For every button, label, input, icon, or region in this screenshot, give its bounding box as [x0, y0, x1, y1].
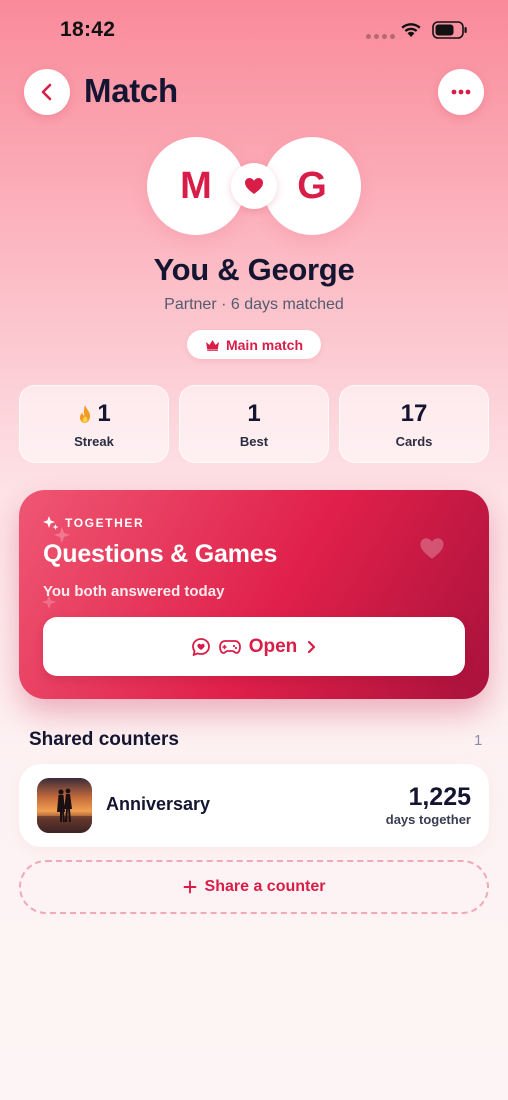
open-button-label: Open [248, 635, 298, 657]
together-kicker: TOGETHER [43, 515, 144, 531]
page-title: Match [84, 72, 178, 109]
together-subtitle: You both answered today [43, 583, 225, 600]
stat-card-best: 1 Best [179, 385, 329, 463]
counter-thumbnail [37, 778, 92, 833]
heart-badge [231, 163, 277, 209]
match-subtitle: Partner · 6 days matched [164, 296, 344, 313]
crown-icon [205, 339, 219, 351]
status-bar: 18:42 [0, 0, 508, 60]
stat-best-label: Best [239, 433, 269, 449]
main-match-label: Main match [225, 336, 303, 353]
heart-icon [245, 178, 263, 194]
gamepad-icon [218, 639, 241, 654]
chevron-right-icon [308, 640, 316, 653]
stat-card-streak: 1 Streak [19, 385, 169, 463]
plus-icon [183, 880, 196, 894]
stat-streak-value: 1 [97, 399, 111, 427]
shared-counters-count: 1 [474, 732, 483, 749]
open-button[interactable]: Open [43, 617, 465, 676]
shared-counters-title: Shared counters [29, 729, 179, 750]
stat-streak-label: Streak [74, 433, 114, 449]
chat-heart-icon [191, 637, 210, 656]
sparkle-icon [43, 516, 59, 530]
more-options-button[interactable] [438, 69, 484, 115]
stat-cards-value: 17 [400, 399, 428, 427]
wifi-icon [401, 23, 421, 37]
counter-name: Anniversary [106, 794, 211, 814]
fire-icon [80, 404, 91, 423]
cellular-signal-icon [366, 34, 395, 39]
stat-best-value: 1 [247, 399, 261, 427]
counter-unit: days together [385, 812, 471, 827]
stat-cards-label: Cards [395, 433, 433, 449]
decorative-heart-icon [420, 538, 444, 559]
chevron-left-icon [41, 83, 52, 101]
battery-icon [432, 21, 467, 39]
counter-item-anniversary[interactable]: Anniversary 1,225 days together [19, 764, 489, 847]
stat-card-cards: 17 Cards [339, 385, 489, 463]
together-kicker-label: TOGETHER [65, 516, 145, 530]
back-button[interactable] [24, 69, 70, 115]
questions-games-card: TOGETHER Questions & Games You both answ… [19, 490, 489, 699]
counter-value: 1,225 [408, 783, 471, 811]
together-title: Questions & Games [43, 540, 278, 568]
avatar-partner: G [263, 137, 361, 235]
status-time: 18:42 [60, 18, 116, 41]
more-horizontal-icon [451, 89, 471, 95]
share-counter-label: Share a counter [204, 878, 326, 895]
match-names: You & George [153, 252, 355, 287]
share-counter-button[interactable]: Share a counter [19, 860, 489, 914]
main-match-badge: Main match [187, 330, 321, 359]
